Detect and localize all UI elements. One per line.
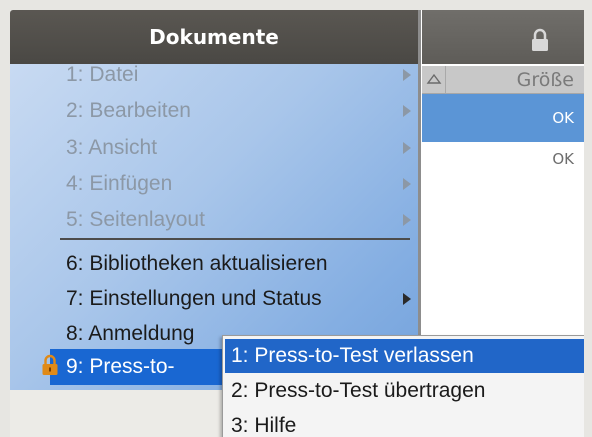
menu-item-anmeldung[interactable]: 8: Anmeldung (66, 320, 194, 348)
chevron-right-icon (403, 105, 411, 117)
lock-icon (532, 28, 548, 51)
chevron-right-icon (403, 214, 411, 226)
menu-item-seitenlayout[interactable]: 5: Seitenlayout (66, 206, 205, 234)
file-size: OK (552, 109, 574, 127)
press-to-test-submenu: 1: Press-to-Test verlassen 2: Press-to-T… (222, 335, 584, 437)
menu-title: Dokumente (149, 25, 279, 49)
file-row-selected[interactable]: OK (422, 94, 584, 142)
menu-item-datei[interactable]: 1: Datei (66, 61, 138, 89)
submenu-item-verlassen[interactable]: 1: Press-to-Test verlassen (231, 339, 474, 373)
chevron-right-icon (403, 293, 411, 305)
handheld-screen: Größe OK OK Dokumente 1: Datei 2: Bearbe… (10, 10, 584, 437)
browser-header (422, 10, 584, 64)
menu-divider (60, 238, 410, 240)
menu-item-press-to-test[interactable]: 9: Press-to- (66, 353, 175, 381)
menu-item-bearbeiten[interactable]: 2: Bearbeiten (66, 97, 191, 125)
menu-item-bibliotheken[interactable]: 6: Bibliotheken aktualisieren (66, 250, 328, 278)
menu-item-ansicht[interactable]: 3: Ansicht (66, 134, 157, 162)
menu-bottom-area (10, 390, 224, 437)
menu-item-einstellungen[interactable]: 7: Einstellungen und Status (66, 285, 322, 313)
submenu-item-uebertragen[interactable]: 2: Press-to-Test übertragen (231, 374, 485, 408)
column-separator (445, 66, 446, 94)
chevron-right-icon (403, 69, 411, 81)
column-header-size[interactable]: Größe (470, 67, 574, 93)
chevron-right-icon (403, 142, 411, 154)
menu-item-einfuegen[interactable]: 4: Einfügen (66, 170, 172, 198)
chevron-right-icon (403, 178, 411, 190)
sort-up-icon[interactable] (426, 72, 442, 86)
lock-icon (42, 354, 58, 375)
submenu-item-hilfe[interactable]: 3: Hilfe (231, 409, 296, 437)
file-size: OK (552, 150, 574, 168)
